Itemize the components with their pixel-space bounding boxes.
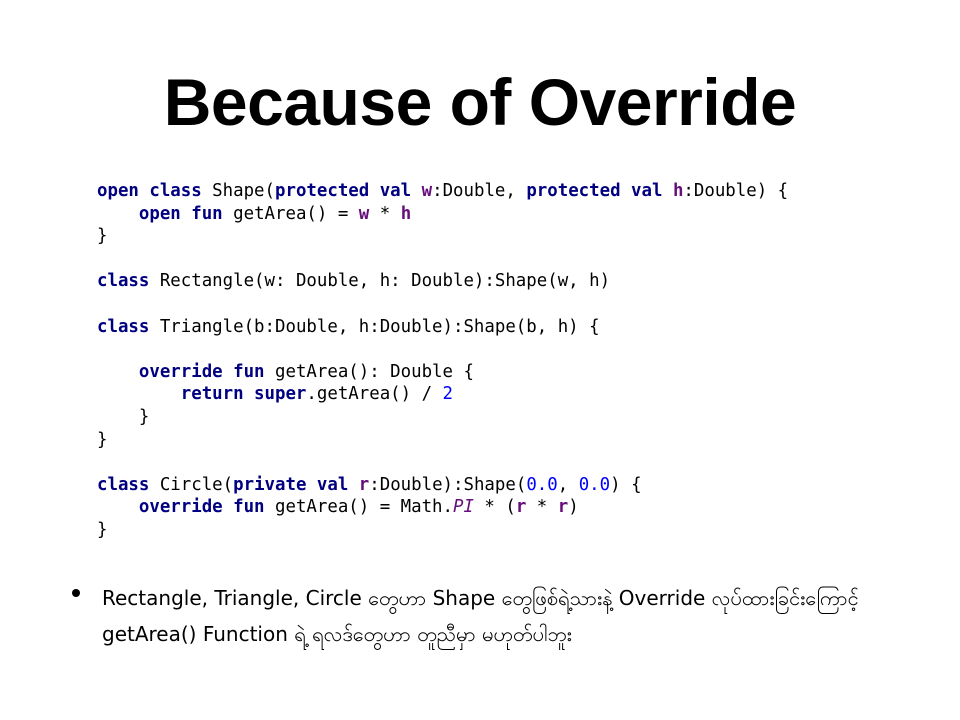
code-line: class Circle(private val r:Double):Shape…: [97, 474, 788, 497]
code-token: r: [358, 474, 370, 495]
code-token: return super: [180, 384, 307, 405]
code-line: }: [97, 429, 788, 452]
code-token: }: [97, 406, 150, 427]
code-token: override fun: [138, 361, 265, 382]
code-token: 0.0: [578, 474, 611, 495]
code-token: }: [97, 429, 108, 450]
code-token: protected val: [526, 181, 663, 201]
code-line: }: [97, 519, 788, 542]
code-token: 2: [442, 384, 454, 405]
code-token: h: [672, 181, 684, 201]
code-token: * (: [473, 497, 516, 518]
code-token: ): [568, 497, 579, 518]
slide-title: Because of Override: [163, 65, 797, 139]
code-token: r: [557, 497, 569, 518]
code-block: open class Shape(protected val w:Double,…: [97, 180, 788, 542]
code-token: Triangle(b:Double, h:Double):Shape(b, h)…: [149, 316, 600, 337]
code-token: override fun: [138, 497, 265, 518]
code-line: override fun getArea() = Math.PI * (r * …: [97, 496, 788, 519]
code-line: override fun getArea(): Double {: [97, 361, 788, 384]
bullet-text: Rectangle, Triangle, Circle တွေဟာ Shape …: [102, 586, 859, 646]
code-line: }: [97, 225, 788, 248]
code-token: 0.0: [526, 474, 558, 495]
code-token: class: [97, 316, 150, 337]
code-line: open fun getArea() = w * h: [97, 203, 788, 226]
code-line: return super.getArea() / 2: [97, 383, 788, 406]
code-token: Rectangle(w: Double, h: Double):Shape(w,…: [149, 271, 611, 292]
code-line: open class Shape(protected val w:Double,…: [97, 180, 788, 203]
code-token: Circle(: [149, 474, 234, 495]
bullet-list-item: Rectangle, Triangle, Circle တွေဟာ Shape …: [72, 580, 892, 652]
bullet-icon: [72, 589, 80, 597]
code-token: .getArea() /: [306, 384, 443, 405]
code-token: *: [526, 497, 558, 518]
code-token: PI: [453, 497, 474, 518]
code-token: w: [358, 203, 370, 224]
code-token: private val: [233, 474, 349, 495]
code-token: ) {: [610, 474, 642, 495]
code-token: r: [515, 497, 527, 518]
code-token: open class: [97, 181, 202, 201]
code-line: }: [97, 406, 788, 429]
code-token: }: [97, 519, 108, 540]
code-line: class Rectangle(w: Double, h: Double):Sh…: [97, 270, 788, 293]
code-token: :Double):Shape(: [369, 474, 527, 495]
code-token: getArea() =: [222, 203, 359, 224]
code-line: class Triangle(b:Double, h:Double):Shape…: [97, 316, 788, 339]
code-token: open fun: [138, 203, 223, 224]
code-token: Shape(: [201, 181, 275, 201]
code-token: class: [97, 271, 150, 292]
code-token: getArea() = Math.: [264, 497, 453, 518]
code-token: :Double) {: [683, 181, 789, 201]
code-token: *: [369, 203, 401, 224]
code-token: ,: [557, 474, 579, 495]
code-token: }: [97, 226, 108, 247]
code-token: :Double,: [432, 181, 527, 201]
code-token: class: [97, 474, 150, 495]
code-token: w: [421, 181, 433, 201]
code-token: protected val: [275, 181, 412, 201]
code-token: getArea(): Double {: [264, 361, 474, 382]
code-token: h: [400, 203, 412, 224]
